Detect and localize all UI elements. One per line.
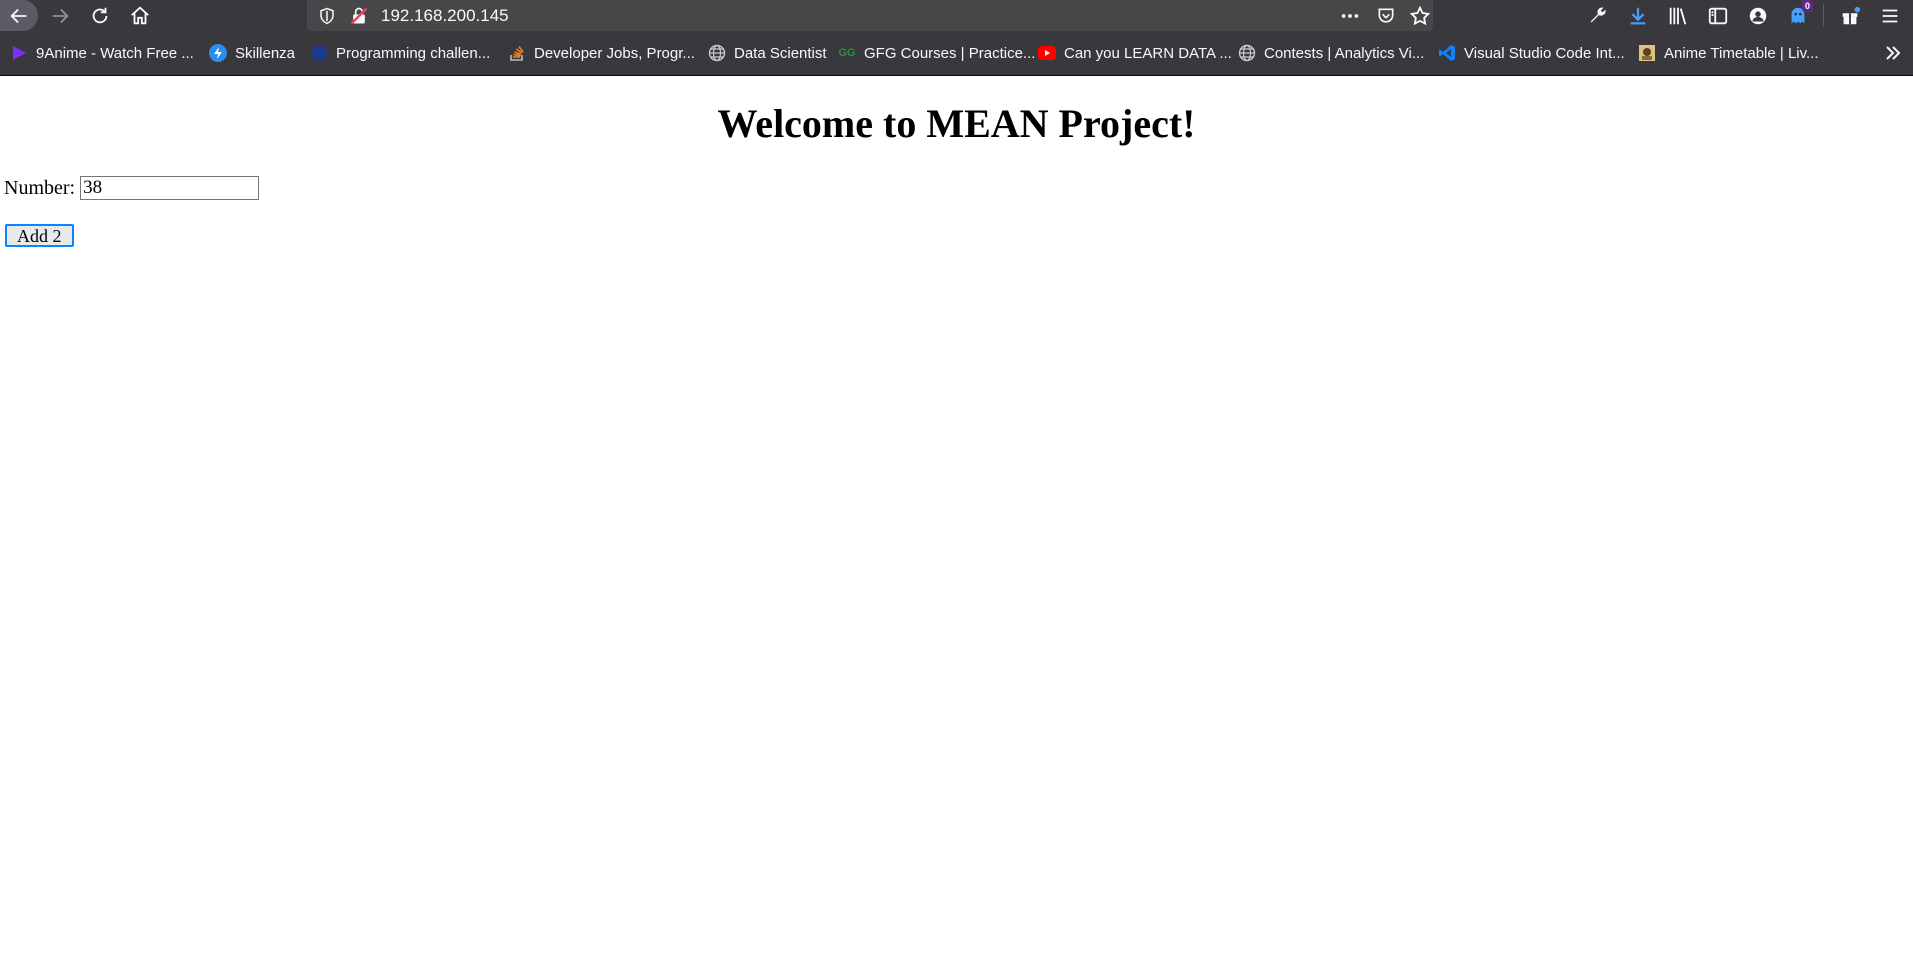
- url-bar[interactable]: 192.168.200.145: [307, 0, 1433, 31]
- globe-icon: [708, 44, 726, 62]
- skillenza-icon: [209, 44, 227, 62]
- home-icon: [131, 6, 149, 24]
- page-actions-icon[interactable]: [1335, 0, 1365, 31]
- whats-new-button[interactable]: [1834, 0, 1866, 31]
- bookmark-label: Developer Jobs, Progr...: [534, 44, 695, 62]
- bookmark-vscode[interactable]: Visual Studio Code Int...: [1438, 31, 1625, 75]
- tracking-shield-icon[interactable]: [315, 0, 339, 31]
- bookmark-youtube-learn-data[interactable]: Can you LEARN DATA ...: [1038, 31, 1232, 75]
- library-button[interactable]: [1662, 0, 1694, 31]
- forward-button[interactable]: [42, 0, 78, 31]
- bookmark-9anime[interactable]: 9Anime - Watch Free ...: [10, 31, 194, 75]
- account-icon: [1749, 7, 1767, 24]
- url-text[interactable]: 192.168.200.145: [381, 0, 509, 31]
- download-icon: [1630, 7, 1646, 24]
- sidebar-icon: [1708, 7, 1728, 24]
- wrench-icon: [1590, 7, 1606, 22]
- arrow-right-icon: [52, 8, 69, 23]
- number-form-row: Number:: [4, 176, 260, 200]
- page-content: Welcome to MEAN Project! Number: Add 2: [0, 76, 1913, 978]
- bookmark-gfg-courses[interactable]: GG GFG Courses | Practice...: [838, 31, 1035, 75]
- vscode-icon: [1438, 44, 1456, 62]
- bookmark-developer-jobs[interactable]: Developer Jobs, Progr...: [508, 31, 695, 75]
- bookmark-label: Programming challen...: [336, 44, 491, 62]
- bookmark-star-icon[interactable]: [1405, 0, 1435, 31]
- bookmark-label: GFG Courses | Practice...: [864, 44, 1036, 62]
- add-2-button[interactable]: Add 2: [5, 224, 74, 247]
- developer-tools-button[interactable]: [1582, 0, 1614, 31]
- play-triangle-icon: [10, 44, 28, 62]
- library-icon: [1669, 7, 1687, 25]
- bookmark-data-scientist[interactable]: Data Scientist: [708, 31, 827, 75]
- anime-timetable-icon: [1638, 44, 1656, 62]
- extension-ghostery-button[interactable]: 0: [1782, 0, 1814, 31]
- bookmark-anime-timetable[interactable]: Anime Timetable | Liv...: [1638, 31, 1819, 75]
- bookmark-label: Data Scientist: [734, 44, 827, 62]
- double-chevron-right-icon: [1886, 46, 1901, 60]
- downloads-button[interactable]: [1622, 0, 1654, 31]
- gfg-icon: GG: [838, 47, 856, 59]
- bookmark-label: Visual Studio Code Int...: [1464, 44, 1625, 62]
- bookmark-contests-analytics[interactable]: Contests | Analytics Vi...: [1238, 31, 1424, 75]
- arrow-left-icon: [10, 8, 27, 23]
- page-title: Welcome to MEAN Project!: [717, 101, 1196, 146]
- reload-icon: [92, 7, 108, 23]
- menu-button[interactable]: [1874, 0, 1906, 31]
- bookmark-programming-challenges[interactable]: Programming challen...: [310, 31, 490, 75]
- gift-icon: [1842, 6, 1861, 24]
- number-label: Number:: [4, 176, 76, 199]
- bookmark-label: 9Anime - Watch Free ...: [36, 44, 194, 62]
- number-input[interactable]: [80, 176, 260, 200]
- sidebar-button[interactable]: [1702, 0, 1734, 31]
- bookmark-label: Can you LEARN DATA ...: [1064, 44, 1232, 62]
- reload-button[interactable]: [82, 0, 118, 31]
- hamburger-menu-icon: [1882, 9, 1898, 22]
- toolbar-divider: [1823, 4, 1824, 27]
- account-button[interactable]: [1742, 0, 1774, 31]
- bookmarks-overflow-button[interactable]: [1883, 31, 1903, 75]
- home-button[interactable]: [122, 0, 158, 31]
- globe-icon: [1238, 44, 1256, 62]
- bookmarks-toolbar: 9Anime - Watch Free ... Skillenza Progra…: [0, 31, 1913, 76]
- globe-dark-icon: [310, 44, 328, 62]
- stackoverflow-icon: [508, 44, 526, 62]
- pocket-icon[interactable]: [1371, 0, 1401, 31]
- back-button[interactable]: [0, 0, 38, 31]
- browser-toolbar: 192.168.200.145 0: [0, 0, 1913, 31]
- bookmark-skillenza[interactable]: Skillenza: [209, 31, 295, 75]
- bookmark-label: Contests | Analytics Vi...: [1264, 44, 1425, 62]
- bookmark-label: Anime Timetable | Liv...: [1664, 44, 1819, 62]
- notification-badge: 0: [1802, 0, 1813, 12]
- bookmark-label: Skillenza: [235, 44, 296, 62]
- youtube-icon: [1038, 44, 1056, 62]
- insecure-connection-icon[interactable]: [347, 0, 371, 31]
